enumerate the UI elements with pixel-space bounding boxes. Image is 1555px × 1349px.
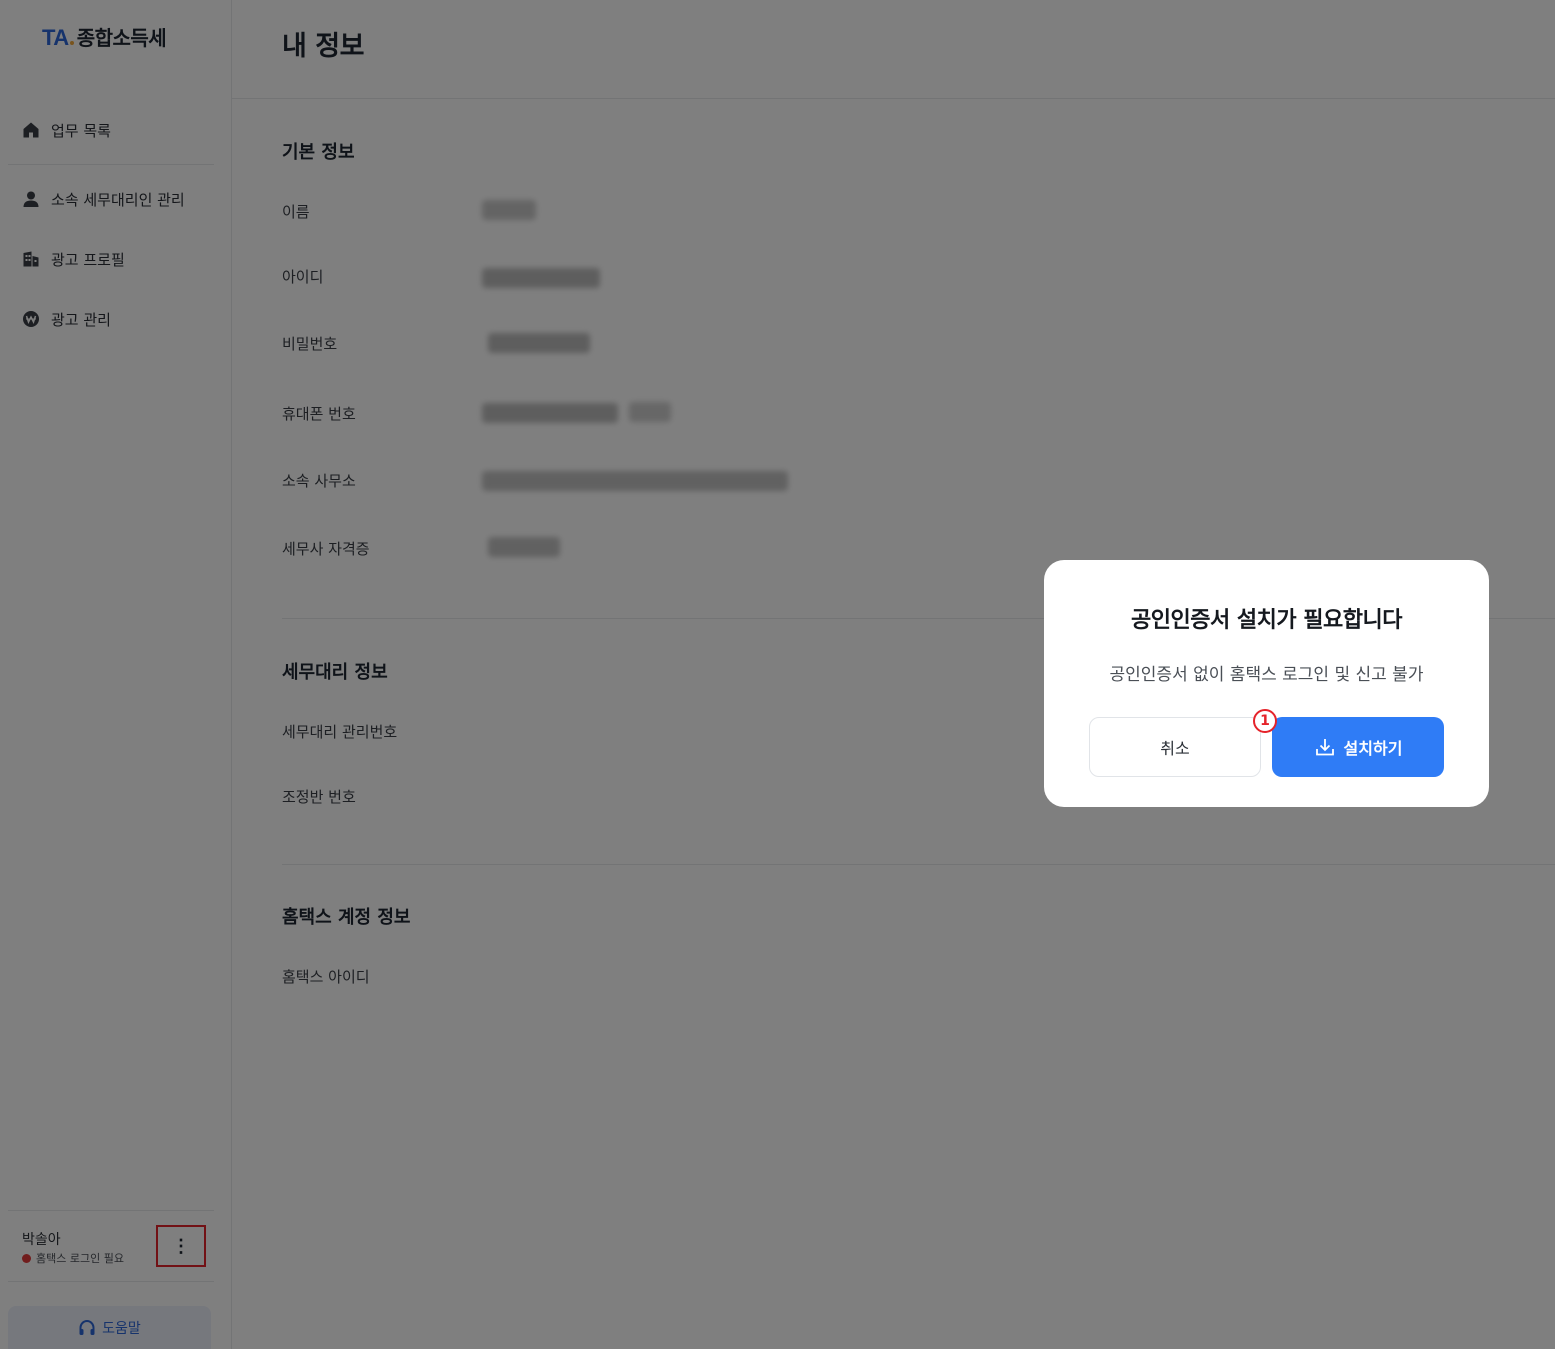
install-label: 설치하기 [1343, 739, 1403, 758]
certificate-install-dialog: 공인인증서 설치가 필요합니다 공인인증서 없이 홈택스 로그인 및 신고 불가… [1044, 560, 1489, 807]
dialog-description: 공인인증서 없이 홈택스 로그인 및 신고 불가 [1109, 665, 1424, 685]
cancel-button[interactable]: 취소 [1089, 717, 1261, 777]
download-icon [1314, 736, 1336, 758]
dialog-title: 공인인증서 설치가 필요합니다 [1131, 608, 1402, 633]
install-button[interactable]: 설치하기 [1272, 717, 1444, 777]
app-window: TA 종합소득세 업무 목록 소속 세무대리인 관리 [0, 0, 1555, 1349]
step-number-badge: 1 [1253, 709, 1277, 733]
